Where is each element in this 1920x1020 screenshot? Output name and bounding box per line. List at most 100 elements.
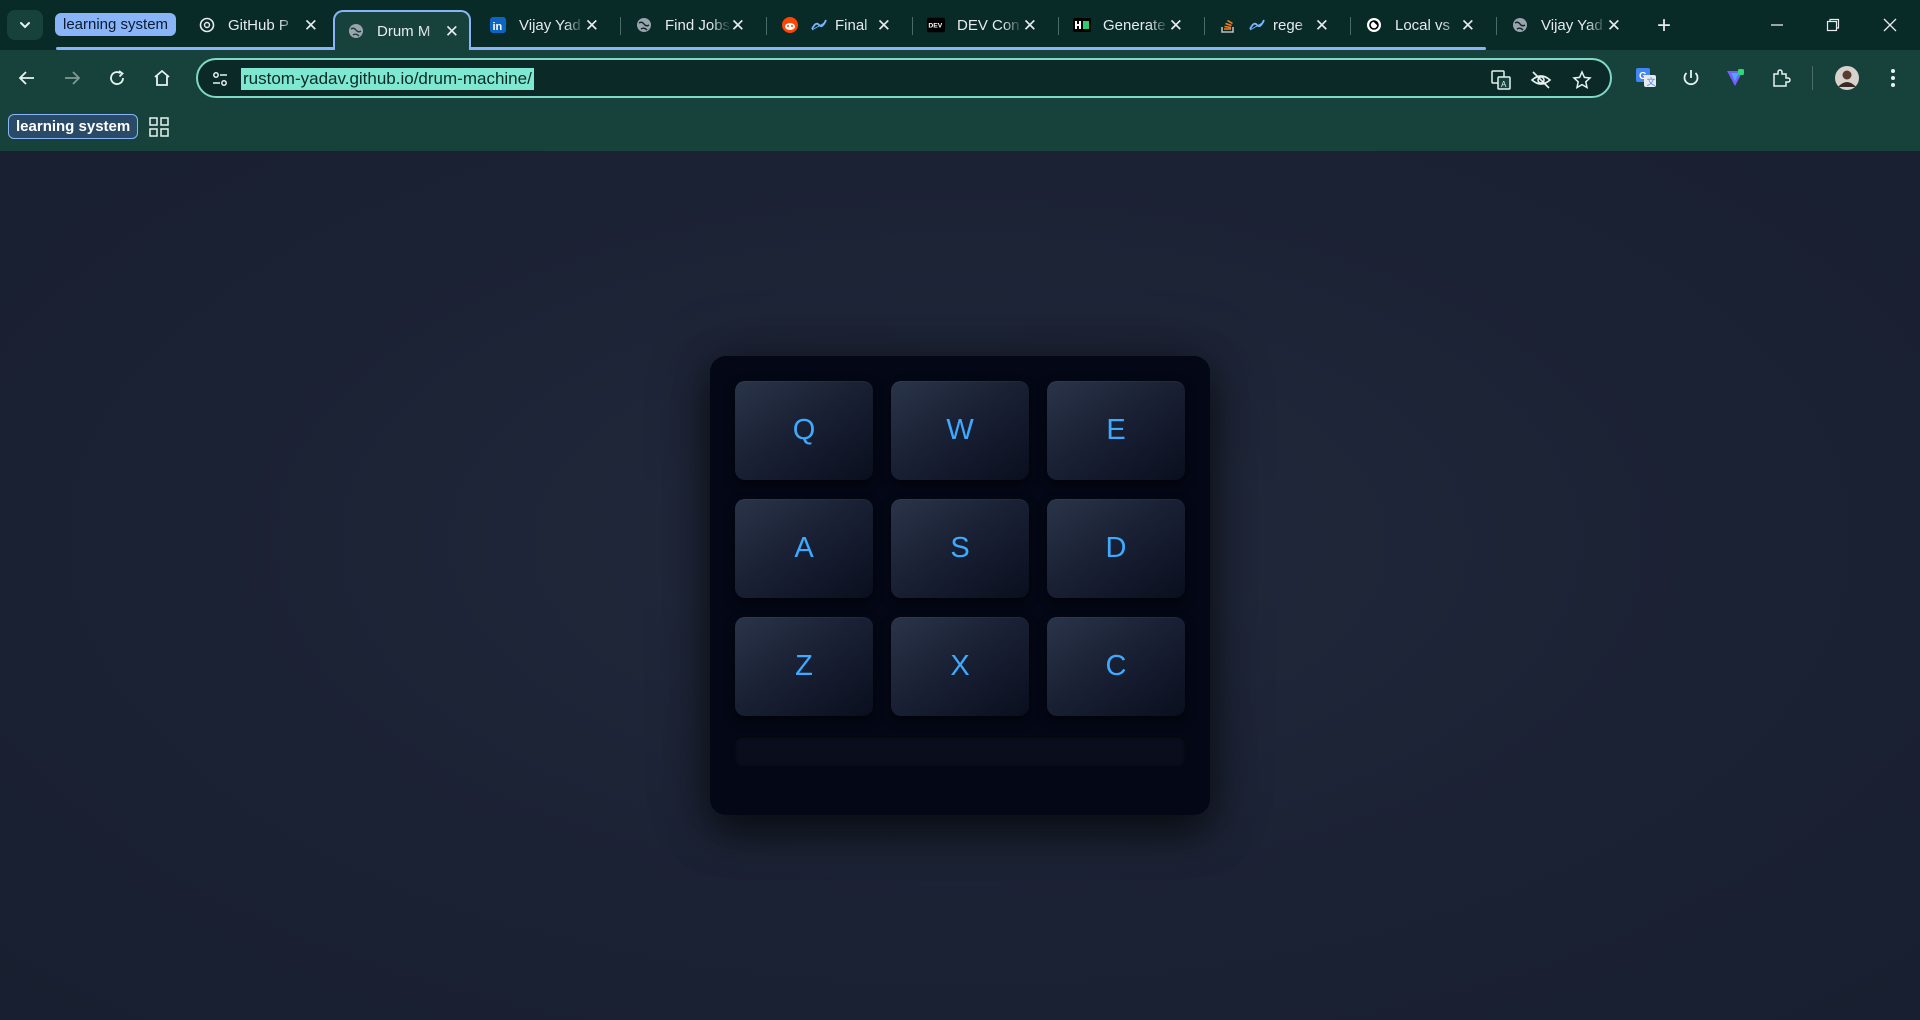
sound-display — [735, 736, 1185, 766]
arrow-right-icon — [65, 71, 81, 85]
tab-separator — [620, 17, 621, 35]
close-icon[interactable]: ✕ — [445, 23, 459, 40]
drum-pad-q[interactable]: Q — [735, 381, 873, 480]
drum-pad-a[interactable]: A — [735, 499, 873, 598]
arrow-left-icon — [18, 71, 34, 85]
tab-drum-machine[interactable]: Drum M ✕ — [333, 10, 471, 50]
star-icon[interactable] — [1571, 69, 1593, 91]
google-translate-extension-button[interactable]: G文 — [1631, 63, 1661, 93]
new-tab-button[interactable]: + — [1650, 12, 1678, 40]
puzzle-icon — [1773, 69, 1791, 87]
vpn-extension-button[interactable] — [1720, 63, 1750, 93]
tab-title: rege — [1273, 16, 1304, 34]
close-icon[interactable]: ✕ — [1461, 17, 1475, 34]
svg-text:DEV: DEV — [928, 23, 942, 30]
tab-separator — [1204, 17, 1205, 35]
supabase-icon — [811, 17, 827, 33]
openai-icon — [198, 16, 216, 34]
drum-pad-d[interactable]: D — [1047, 499, 1185, 598]
site-info-icon[interactable] — [210, 69, 230, 89]
power-icon — [1683, 70, 1699, 86]
dev-icon: DEV — [927, 16, 945, 34]
tab-title: Vijay Yad — [1541, 16, 1603, 34]
address-bar[interactable]: rustom-yadav.github.io/drum-machine/ A — [196, 58, 1612, 98]
google-translate-icon: G文 — [1636, 68, 1656, 87]
globe-icon — [635, 16, 653, 34]
drum-pad-w[interactable]: W — [891, 381, 1029, 480]
tab-title: Final — [835, 16, 868, 34]
tab-separator — [1496, 17, 1497, 35]
browser-menu-button[interactable] — [1878, 63, 1908, 93]
tab-linkedin[interactable]: in Vijay Yad ✕ — [477, 8, 613, 42]
close-icon — [1883, 18, 1897, 32]
tab-title: Generate — [1103, 16, 1166, 34]
drum-pad-x[interactable]: X — [891, 617, 1029, 716]
tab-reddit[interactable]: Final ✕ — [769, 8, 905, 42]
forward-button[interactable] — [57, 63, 87, 93]
tab-separator — [912, 17, 913, 35]
tab-title: Local vs — [1395, 16, 1451, 34]
tab-regex[interactable]: rege ✕ — [1207, 8, 1343, 42]
tab-title: Drum M — [377, 22, 431, 40]
extensions-button[interactable] — [1766, 63, 1796, 93]
more-vertical-icon — [1891, 69, 1895, 87]
close-icon[interactable]: ✕ — [1315, 17, 1329, 34]
close-icon[interactable]: ✕ — [1023, 17, 1037, 34]
tab-title: DEV Con — [957, 16, 1020, 34]
tab-generate[interactable]: Generate ✕ — [1061, 8, 1197, 42]
tab-search-button[interactable] — [7, 10, 43, 40]
tab-github[interactable]: GitHub P ✕ — [186, 8, 332, 42]
profile-button[interactable] — [1832, 63, 1862, 93]
restore-button[interactable] — [1813, 8, 1853, 42]
close-icon[interactable]: ✕ — [877, 17, 891, 34]
minimize-button[interactable] — [1757, 8, 1797, 42]
drum-pad-e[interactable]: E — [1047, 381, 1185, 480]
openai-icon — [1365, 16, 1383, 34]
restore-icon — [1826, 18, 1840, 32]
drum-pad-s[interactable]: S — [891, 499, 1029, 598]
reload-button[interactable] — [102, 63, 132, 93]
tab-strip: learning system GitHub P ✕ Drum M ✕ in V… — [0, 0, 1920, 50]
close-icon[interactable]: ✕ — [304, 17, 318, 34]
globe-icon — [347, 22, 365, 40]
tab-separator — [1350, 17, 1351, 35]
close-icon[interactable]: ✕ — [585, 17, 599, 34]
close-icon[interactable]: ✕ — [1607, 17, 1621, 34]
tab-title: Vijay Yad — [519, 16, 581, 34]
url-text[interactable]: rustom-yadav.github.io/drum-machine/ — [241, 68, 534, 90]
browser-toolbar: rustom-yadav.github.io/drum-machine/ A G… — [0, 50, 1920, 106]
close-icon[interactable]: ✕ — [1169, 17, 1183, 34]
tab-group-chip[interactable]: learning system — [55, 13, 177, 36]
chevron-down-icon — [20, 22, 30, 29]
tab-title: Find Jobs — [665, 16, 731, 34]
close-window-button[interactable] — [1870, 8, 1910, 42]
apps-grid-icon[interactable] — [148, 116, 170, 138]
drum-pad-c[interactable]: C — [1047, 617, 1185, 716]
minimize-icon — [1771, 24, 1783, 26]
home-button[interactable] — [147, 63, 177, 93]
tab-title: GitHub P — [228, 16, 289, 34]
bookmarks-bar: learning system — [0, 106, 1920, 152]
translate-icon[interactable]: A — [1490, 69, 1512, 91]
toolbar-divider — [1812, 66, 1813, 90]
home-icon — [154, 69, 170, 86]
power-extension-button[interactable] — [1676, 63, 1706, 93]
drum-pad-z[interactable]: Z — [735, 617, 873, 716]
drum-pad-grid: Q W E A S D Z X C — [735, 381, 1185, 716]
close-icon[interactable]: ✕ — [731, 17, 745, 34]
tab-vijay-yadav[interactable]: Vijay Yad ✕ — [1499, 8, 1635, 42]
back-button[interactable] — [12, 63, 42, 93]
tab-dev-community[interactable]: DEV DEV Con ✕ — [915, 8, 1051, 42]
linkedin-icon: in — [489, 16, 507, 34]
tab-separator — [766, 17, 767, 35]
eye-off-icon[interactable] — [1530, 69, 1552, 91]
avatar — [1835, 66, 1859, 90]
shield-icon — [1727, 69, 1744, 86]
tab-local-vs[interactable]: Local vs ✕ — [1353, 8, 1489, 42]
supabase-icon — [1249, 17, 1265, 33]
hashnode-icon — [1073, 16, 1091, 34]
svg-text:A: A — [1501, 80, 1507, 89]
reload-icon — [110, 70, 124, 85]
bookmark-group-chip[interactable]: learning system — [8, 114, 139, 139]
tab-find-jobs[interactable]: Find Jobs ✕ — [623, 8, 759, 42]
